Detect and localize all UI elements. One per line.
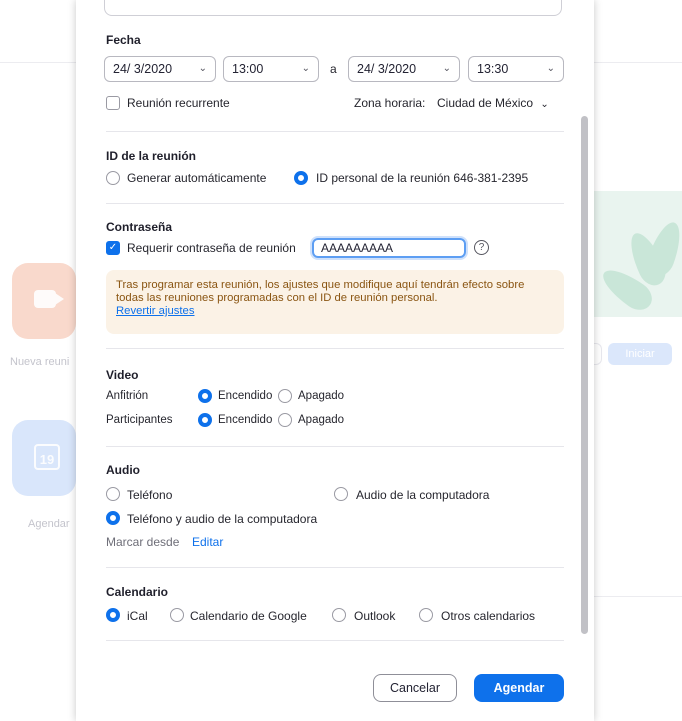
start-time-select[interactable]: 13:00 ⌄ xyxy=(223,56,319,82)
help-icon[interactable]: ? xyxy=(474,240,489,255)
dial-from-label: Marcar desde xyxy=(106,535,180,549)
auto-id-radio[interactable] xyxy=(106,171,120,185)
schedule-meeting-dialog: Fecha 24/ 3/2020 ⌄ 13:00 ⌄ a 24/ 3/2020 … xyxy=(76,0,594,721)
chevron-down-icon: ⌄ xyxy=(540,99,549,110)
section-divider xyxy=(106,567,564,568)
background-divider xyxy=(590,596,682,597)
plant-illustration xyxy=(594,191,682,317)
host-video-on-radio[interactable] xyxy=(198,389,212,403)
audio-phone-label: Teléfono xyxy=(127,488,173,502)
topic-field[interactable] xyxy=(104,0,562,16)
password-input[interactable]: AAAAAAAAA xyxy=(312,238,466,258)
background-button[interactable] xyxy=(594,343,602,365)
section-divider xyxy=(106,446,564,447)
new-meeting-label: Nueva reuni xyxy=(10,356,70,368)
personal-id-warning: Tras programar esta reunión, los ajustes… xyxy=(106,270,564,334)
section-divider xyxy=(106,640,564,641)
require-password-checkbox[interactable]: ✓ xyxy=(106,241,120,255)
participants-video-label: Participantes xyxy=(106,414,173,426)
calendar-other-radio[interactable] xyxy=(419,608,433,622)
end-date-value: 24/ 3/2020 xyxy=(357,62,417,76)
chevron-down-icon: ⌄ xyxy=(198,63,207,74)
chevron-down-icon: ⌄ xyxy=(442,63,451,74)
calendar-ical-radio[interactable] xyxy=(106,608,120,622)
calendar-ical-label: iCal xyxy=(127,609,148,623)
meeting-id-heading: ID de la reunión xyxy=(106,149,197,163)
calendar-google-label: Calendario de Google xyxy=(190,609,307,623)
calendar-outlook-radio[interactable] xyxy=(332,608,346,622)
section-divider xyxy=(106,203,564,204)
auto-id-label: Generar automáticamente xyxy=(127,171,267,185)
calendar-icon: 19 xyxy=(34,444,60,470)
host-video-off-radio[interactable] xyxy=(278,389,292,403)
password-heading: Contraseña xyxy=(106,220,173,234)
end-time-select[interactable]: 13:30 ⌄ xyxy=(468,56,564,82)
timezone-label: Zona horaria: xyxy=(354,96,426,110)
participants-video-off-label: Apagado xyxy=(298,414,345,426)
dialog-scroll-content[interactable]: Fecha 24/ 3/2020 ⌄ 13:00 ⌄ a 24/ 3/2020 … xyxy=(76,0,576,660)
host-video-label: Anfitrión xyxy=(106,390,149,402)
personal-id-radio[interactable] xyxy=(294,171,308,185)
participants-video-off-radio[interactable] xyxy=(278,413,292,427)
start-button[interactable]: Iniciar xyxy=(608,343,672,365)
timezone-value: Ciudad de México xyxy=(437,96,534,110)
audio-both-radio[interactable] xyxy=(106,511,120,525)
scrollbar-thumb[interactable] xyxy=(581,116,588,634)
calendar-other-label: Otros calendarios xyxy=(441,609,536,623)
audio-both-label: Teléfono y audio de la computadora xyxy=(127,512,318,526)
section-divider xyxy=(106,131,564,132)
recurring-label: Reunión recurrente xyxy=(127,96,230,110)
audio-computer-radio[interactable] xyxy=(334,487,348,501)
start-date-select[interactable]: 24/ 3/2020 ⌄ xyxy=(104,56,216,82)
audio-heading: Audio xyxy=(106,463,140,477)
calendar-heading: Calendario xyxy=(106,585,169,599)
require-password-label: Requerir contraseña de reunión xyxy=(127,241,296,255)
section-divider xyxy=(106,348,564,349)
chevron-down-icon: ⌄ xyxy=(301,63,310,74)
video-camera-icon xyxy=(34,290,64,308)
timezone-select[interactable]: Ciudad de México ⌄ xyxy=(437,96,549,110)
revert-settings-link[interactable]: Revertir ajustes xyxy=(116,305,554,318)
calendar-google-radio[interactable] xyxy=(170,608,184,622)
end-time-value: 13:30 xyxy=(477,62,509,76)
warning-text: Tras programar esta reunión, los ajustes… xyxy=(116,279,525,304)
schedule-tile-label: Agendar xyxy=(28,518,70,530)
dialog-scrollbar[interactable] xyxy=(576,0,594,660)
date-heading: Fecha xyxy=(106,33,141,47)
video-heading: Video xyxy=(106,368,139,382)
personal-id-label: ID personal de la reunión 646-381-2395 xyxy=(316,171,529,185)
participants-video-on-radio[interactable] xyxy=(198,413,212,427)
host-video-off-label: Apagado xyxy=(298,390,345,402)
start-time-value: 13:00 xyxy=(232,62,264,76)
start-date-value: 24/ 3/2020 xyxy=(113,62,173,76)
host-video-on-label: Encendido xyxy=(218,390,273,402)
recurring-checkbox[interactable] xyxy=(106,96,120,110)
chevron-down-icon: ⌄ xyxy=(546,63,555,74)
participants-video-on-label: Encendido xyxy=(218,414,273,426)
password-value: AAAAAAAAA xyxy=(321,241,394,255)
audio-phone-radio[interactable] xyxy=(106,487,120,501)
audio-computer-label: Audio de la computadora xyxy=(356,488,490,502)
dial-from-edit-link[interactable]: Editar xyxy=(192,535,223,549)
schedule-button[interactable]: Agendar xyxy=(474,674,564,702)
calendar-outlook-label: Outlook xyxy=(354,609,396,623)
date-range-separator: a xyxy=(330,62,337,76)
end-date-select[interactable]: 24/ 3/2020 ⌄ xyxy=(348,56,460,82)
cancel-button[interactable]: Cancelar xyxy=(373,674,457,702)
